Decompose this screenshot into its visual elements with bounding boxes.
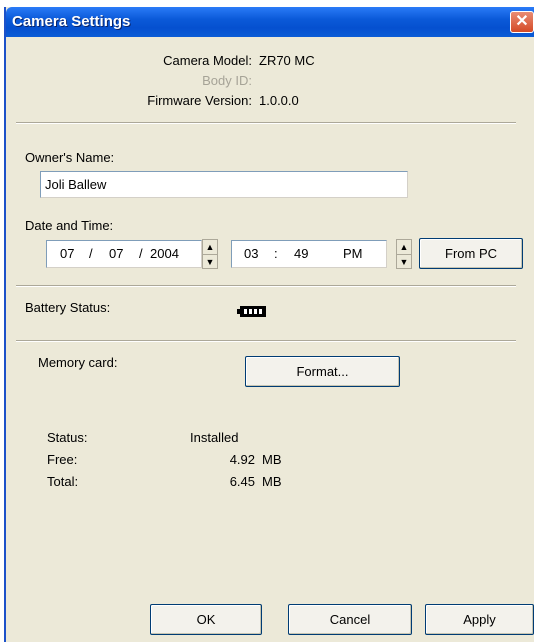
status-value: Installed — [190, 430, 239, 445]
separator — [16, 340, 516, 342]
time-ampm[interactable]: PM — [343, 246, 363, 261]
spin-down-icon[interactable]: ▼ — [397, 255, 411, 269]
battery-icon — [237, 306, 266, 317]
window-title: Camera Settings — [12, 13, 131, 30]
title-bar: Camera Settings ✕ — [6, 7, 534, 37]
owner-name-field[interactable] — [40, 171, 408, 198]
date-spinner[interactable]: ▲ ▼ — [202, 239, 218, 269]
date-separator: / — [89, 246, 93, 261]
firmware-version-value: 1.0.0.0 — [259, 93, 299, 108]
owner-name-input[interactable] — [41, 172, 407, 197]
format-button[interactable]: Format... — [245, 356, 400, 387]
total-label: Total: — [47, 474, 79, 489]
date-time-label: Date and Time: — [25, 218, 114, 233]
date-field[interactable]: 07 / 07 / 2004 — [46, 240, 202, 268]
time-spinner[interactable]: ▲ ▼ — [396, 239, 412, 269]
spin-down-icon[interactable]: ▼ — [203, 255, 217, 269]
battery-status-label: Battery Status: — [25, 300, 111, 315]
cancel-button[interactable]: Cancel — [288, 604, 412, 635]
spin-up-icon[interactable]: ▲ — [203, 240, 217, 255]
spin-up-icon[interactable]: ▲ — [397, 240, 411, 255]
status-label: Status: — [47, 430, 88, 445]
time-minute[interactable]: 49 — [294, 246, 308, 261]
total-unit: MB — [262, 474, 282, 489]
free-value: 4.92 — [229, 452, 255, 467]
camera-model-label: Camera Model: — [163, 53, 252, 68]
time-field[interactable]: 03 : 49 PM — [231, 240, 387, 268]
date-month[interactable]: 07 — [60, 246, 74, 261]
date-year[interactable]: 2004 — [150, 246, 179, 261]
separator — [16, 122, 516, 124]
close-button[interactable]: ✕ — [510, 11, 534, 33]
body-id-label: Body ID: — [202, 73, 252, 88]
from-pc-button[interactable]: From PC — [419, 238, 523, 269]
time-hour[interactable]: 03 — [244, 246, 258, 261]
date-day[interactable]: 07 — [109, 246, 123, 261]
memory-card-label: Memory card: — [38, 355, 118, 370]
date-separator: / — [139, 246, 143, 261]
owner-name-label: Owner's Name: — [25, 150, 115, 165]
time-separator: : — [274, 246, 278, 261]
free-unit: MB — [262, 452, 282, 467]
apply-button[interactable]: Apply — [425, 604, 534, 635]
firmware-version-label: Firmware Version: — [147, 93, 252, 108]
close-icon: ✕ — [515, 13, 529, 30]
separator — [16, 285, 516, 287]
ok-button[interactable]: OK — [150, 604, 262, 635]
free-label: Free: — [47, 452, 78, 467]
camera-model-value: ZR70 MC — [259, 53, 315, 68]
total-value: 6.45 — [229, 474, 255, 489]
